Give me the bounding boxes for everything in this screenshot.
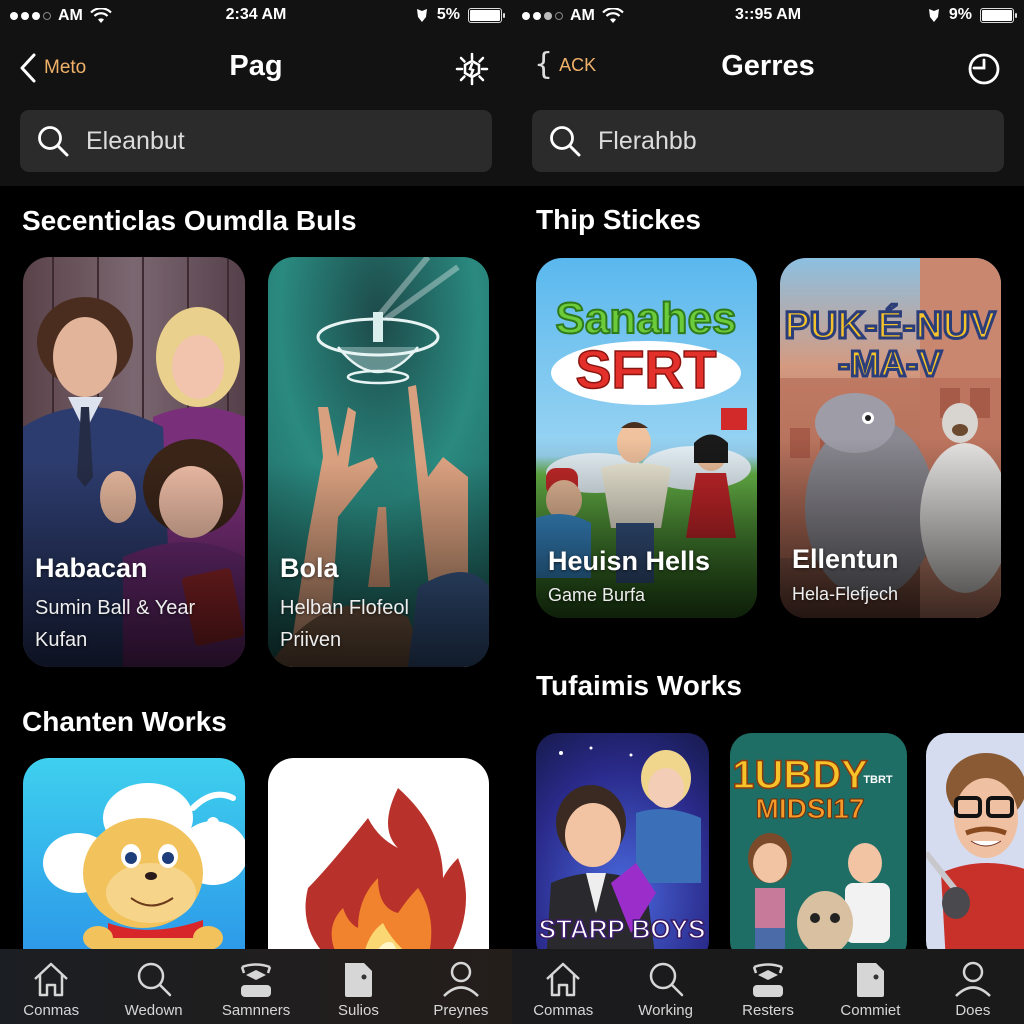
tab-bar: Commas Working Resters Commiet Does	[512, 949, 1024, 1024]
search-icon	[38, 126, 69, 157]
stack-icon	[240, 963, 272, 997]
card-title: Heuisn Hells	[548, 546, 711, 576]
tab-profile[interactable]: Preynes	[410, 949, 512, 1024]
search-icon	[137, 962, 171, 997]
section-title: Chanten Works	[22, 706, 227, 737]
art-subtitle-text: SFRT	[576, 340, 717, 400]
tab-stack[interactable]: Resters	[717, 949, 819, 1024]
tab-label: Conmas	[23, 1002, 80, 1019]
search-icon	[550, 126, 581, 157]
art-title-text: STARP BOYS	[539, 914, 706, 944]
card-subtitle-secondary: Priiven	[280, 629, 342, 651]
status-bar: AM 2:34 AM 5%	[0, 0, 512, 32]
tab-document[interactable]: Sulios	[307, 949, 409, 1024]
phone-screen-right: AM 3::95 AM 9% { ACK Gerres Thip Stickes	[512, 0, 1024, 1024]
navigation-bar: Meto Pag	[0, 40, 512, 96]
home-icon	[546, 962, 581, 997]
tab-label: Commas	[533, 1002, 594, 1019]
location-icon	[928, 8, 939, 22]
search-bar[interactable]	[532, 110, 1004, 172]
search-input[interactable]	[86, 126, 466, 156]
stack-icon	[752, 963, 784, 997]
tab-home[interactable]: Commas	[512, 949, 614, 1024]
clock-icon[interactable]	[966, 51, 1002, 87]
tab-search[interactable]: Working	[614, 949, 716, 1024]
search-icon	[649, 962, 683, 997]
home-icon	[34, 962, 69, 997]
document-icon	[345, 963, 373, 997]
tab-document[interactable]: Commiet	[819, 949, 921, 1024]
game-card[interactable]: STARP BOYS	[536, 733, 709, 963]
section-title: Tufaimis Works	[536, 670, 742, 701]
cartoon-kids-teal-artwork: 1UBDY MIDSI17 TBRT	[730, 733, 907, 963]
art-title-text: PUK-É-NUV	[784, 303, 996, 347]
card-title: Ellentun	[792, 544, 899, 574]
art-subtitle-text: MIDSI17	[756, 793, 865, 824]
featured-card[interactable]: Sanahes SFRT Heuisn Hells Game Burfa	[536, 258, 757, 618]
navigation-bar: { ACK Gerres	[512, 40, 1024, 96]
card-title: Bola	[280, 553, 339, 583]
featured-card[interactable]: Habacan Sumin Ball & Year Kufan	[23, 257, 245, 667]
cartoon-man-glasses-artwork	[926, 733, 1024, 963]
card-subtitle: Game Burfa	[548, 585, 646, 605]
art-subtitle-text: -MA-V	[838, 343, 942, 384]
game-card[interactable]	[926, 733, 1024, 963]
featured-card[interactable]: Bola Helban Flofeol Priiven	[268, 257, 489, 667]
card-subtitle: Sumin Ball & Year	[35, 597, 196, 619]
profile-icon	[954, 961, 991, 997]
back-button[interactable]: Meto	[18, 52, 86, 84]
back-label: Meto	[44, 57, 87, 78]
art-title-text: 1UBDY	[732, 753, 868, 797]
tab-label: Does	[955, 1002, 991, 1019]
search-bar[interactable]	[20, 110, 492, 172]
tab-label: Wedown	[124, 1002, 183, 1019]
featured-card[interactable]: PUK-É-NUV -MA-V Ellentun Hela-Flefjech	[780, 258, 1001, 618]
section-title: Secenticlas Oumdla Buls	[22, 205, 357, 236]
search-input[interactable]	[598, 126, 978, 156]
section-title: Thip Stickes	[536, 204, 701, 235]
tab-bar: Conmas Wedown Samnners Sulios Preynes	[0, 949, 512, 1024]
card-title: Habacan	[35, 553, 148, 583]
back-label: ACK	[559, 54, 597, 75]
tab-profile[interactable]: Does	[922, 949, 1024, 1024]
battery-percent: 9%	[948, 6, 972, 23]
chevron-left-icon	[20, 53, 36, 83]
document-icon	[857, 963, 885, 997]
tab-label: Preynes	[433, 1002, 489, 1019]
profile-icon	[442, 961, 479, 997]
battery-icon	[980, 7, 1017, 23]
tab-home[interactable]: Conmas	[0, 949, 102, 1024]
back-button[interactable]: { ACK	[534, 50, 596, 80]
tab-label: Samnners	[221, 1002, 291, 1019]
battery-percent: 5%	[436, 6, 460, 23]
tab-stack[interactable]: Samnners	[205, 949, 307, 1024]
tab-label: Sulios	[337, 1002, 379, 1019]
tab-label: Commiet	[840, 1002, 901, 1019]
card-subtitle-secondary: Kufan	[35, 629, 88, 651]
art-title-text: Sanahes	[556, 294, 737, 343]
tab-search[interactable]: Wedown	[102, 949, 204, 1024]
location-icon	[416, 8, 427, 22]
cartoon-businessman-space-artwork: STARP BOYS	[536, 733, 709, 963]
card-subtitle: Helban Flofeol	[280, 597, 409, 619]
phone-screen-left: AM 2:34 AM 5% Meto Pag Secenticlas Oumdl…	[0, 0, 512, 1024]
card-subtitle: Hela-Flefjech	[792, 584, 899, 604]
brace-back-icon: {	[534, 47, 554, 82]
battery-icon	[468, 7, 505, 23]
art-badge-text: TBRT	[863, 774, 893, 786]
tab-label: Working	[638, 1002, 693, 1019]
tab-label: Resters	[742, 1002, 794, 1019]
game-card[interactable]: 1UBDY MIDSI17 TBRT	[730, 733, 907, 963]
settings-sun-icon[interactable]	[454, 51, 490, 87]
status-bar: AM 3::95 AM 9%	[512, 0, 1024, 32]
